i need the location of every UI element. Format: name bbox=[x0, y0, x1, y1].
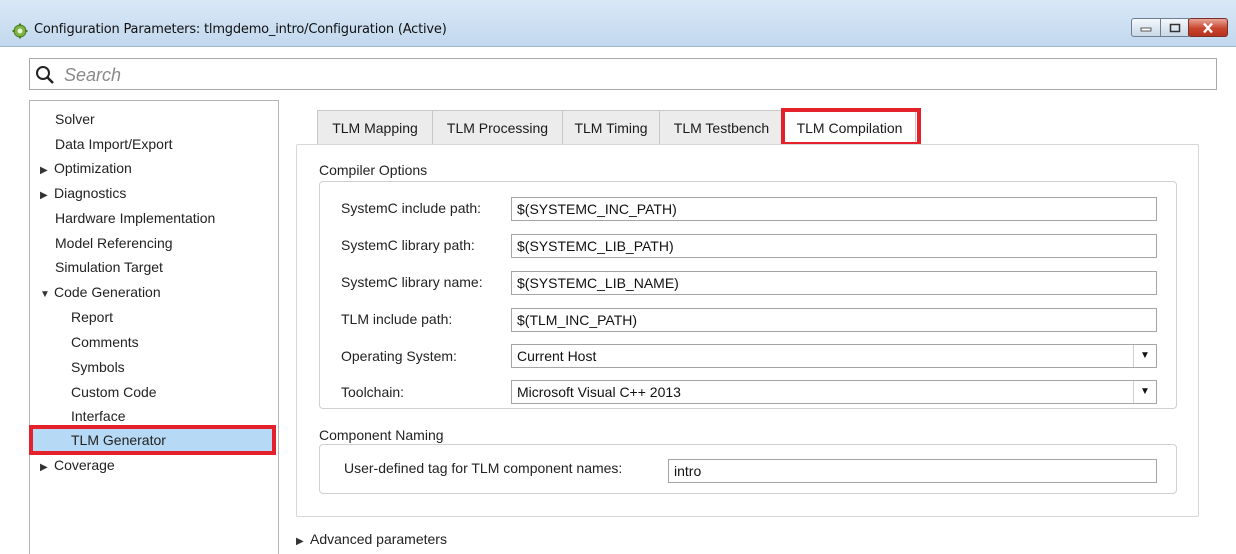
title-bar[interactable]: Configuration Parameters: tlmgdemo_intro… bbox=[0, 0, 1236, 47]
tlm-include-path-label: TLM include path: bbox=[341, 311, 453, 327]
gear-icon bbox=[12, 23, 28, 39]
tree-item-code-generation[interactable]: ▼ Code Generation bbox=[40, 281, 161, 303]
tab-content-panel: Compiler Options SystemC include path: $… bbox=[296, 144, 1199, 517]
component-tag-label: User-defined tag for TLM component names… bbox=[344, 460, 623, 476]
minimize-button[interactable] bbox=[1131, 18, 1161, 37]
annotation-highlight-sidebar bbox=[29, 425, 276, 455]
tree-item-coverage[interactable]: ▶ Coverage bbox=[40, 454, 115, 476]
chevron-down-icon[interactable]: ▼ bbox=[1133, 381, 1156, 403]
expand-arrow-icon[interactable]: ▶ bbox=[296, 536, 310, 547]
search-icon bbox=[35, 65, 55, 88]
config-params-window: Configuration Parameters: tlmgdemo_intro… bbox=[0, 0, 1236, 554]
tree-item-label: Code Generation bbox=[54, 284, 161, 300]
search-field[interactable]: Search bbox=[29, 58, 1217, 90]
expand-arrow-icon[interactable]: ▶ bbox=[40, 457, 54, 479]
tree-item-comments[interactable]: Comments bbox=[71, 331, 139, 353]
tree-item-label: Optimization bbox=[54, 160, 132, 176]
tlm-include-path-input[interactable]: $(TLM_INC_PATH) bbox=[511, 308, 1157, 332]
operating-system-value: Current Host bbox=[517, 348, 597, 364]
tree-item-report[interactable]: Report bbox=[71, 306, 113, 328]
compiler-options-group: SystemC include path: $(SYSTEMC_INC_PATH… bbox=[319, 181, 1177, 409]
tree-item-simulation-target[interactable]: Simulation Target bbox=[55, 256, 163, 278]
maximize-button[interactable] bbox=[1160, 18, 1189, 37]
advanced-parameters-label: Advanced parameters bbox=[310, 531, 447, 547]
annotation-highlight-tab bbox=[781, 108, 921, 146]
tree-item-model-referencing[interactable]: Model Referencing bbox=[55, 232, 173, 254]
systemc-include-path-input[interactable]: $(SYSTEMC_INC_PATH) bbox=[511, 197, 1157, 221]
tree-item-optimization[interactable]: ▶ Optimization bbox=[40, 157, 132, 179]
tab-tlm-processing[interactable]: TLM Processing bbox=[432, 110, 563, 144]
compiler-options-title: Compiler Options bbox=[319, 162, 428, 178]
tree-item-diagnostics[interactable]: ▶ Diagnostics bbox=[40, 182, 126, 204]
expand-arrow-icon[interactable]: ▶ bbox=[40, 185, 54, 207]
systemc-library-name-label: SystemC library name: bbox=[341, 274, 483, 290]
minimize-icon bbox=[1140, 27, 1152, 31]
systemc-include-path-label: SystemC include path: bbox=[341, 200, 482, 216]
close-button[interactable] bbox=[1188, 18, 1228, 37]
tree-item-custom-code[interactable]: Custom Code bbox=[71, 381, 157, 403]
operating-system-select[interactable]: Current Host ▼ bbox=[511, 344, 1157, 368]
component-tag-input[interactable]: intro bbox=[668, 459, 1157, 483]
search-input[interactable]: Search bbox=[64, 65, 121, 86]
collapse-arrow-icon[interactable]: ▼ bbox=[40, 284, 54, 306]
toolchain-select[interactable]: Microsoft Visual C++ 2013 ▼ bbox=[511, 380, 1157, 404]
close-icon bbox=[1203, 22, 1213, 33]
tab-tlm-mapping[interactable]: TLM Mapping bbox=[317, 110, 433, 144]
tree-item-label: Diagnostics bbox=[54, 185, 127, 201]
maximize-icon bbox=[1169, 23, 1180, 32]
systemc-library-path-input[interactable]: $(SYSTEMC_LIB_PATH) bbox=[511, 234, 1157, 258]
component-naming-group: User-defined tag for TLM component names… bbox=[319, 444, 1177, 494]
tree-item-symbols[interactable]: Symbols bbox=[71, 356, 125, 378]
component-naming-title: Component Naming bbox=[319, 427, 444, 443]
systemc-library-name-input[interactable]: $(SYSTEMC_LIB_NAME) bbox=[511, 271, 1157, 295]
tree-item-interface[interactable]: Interface bbox=[71, 405, 125, 427]
toolchain-value: Microsoft Visual C++ 2013 bbox=[517, 384, 681, 400]
toolchain-label: Toolchain: bbox=[341, 384, 405, 400]
tree-item-data-import-export[interactable]: Data Import/Export bbox=[55, 133, 173, 155]
tree-item-hardware-implementation[interactable]: Hardware Implementation bbox=[55, 207, 215, 229]
chevron-down-icon[interactable]: ▼ bbox=[1133, 345, 1156, 367]
tab-tlm-testbench[interactable]: TLM Testbench bbox=[659, 110, 784, 144]
tree-item-label: Coverage bbox=[54, 457, 115, 473]
tab-tlm-timing[interactable]: TLM Timing bbox=[562, 110, 660, 144]
advanced-parameters-toggle[interactable]: ▶ Advanced parameters bbox=[296, 531, 447, 547]
systemc-library-path-label: SystemC library path: bbox=[341, 237, 475, 253]
category-tree: Solver Data Import/Export ▶ Optimization … bbox=[29, 100, 279, 554]
tree-item-solver[interactable]: Solver bbox=[55, 108, 95, 130]
expand-arrow-icon[interactable]: ▶ bbox=[40, 160, 54, 182]
window-title: Configuration Parameters: tlmgdemo_intro… bbox=[34, 22, 447, 37]
operating-system-label: Operating System: bbox=[341, 348, 457, 364]
